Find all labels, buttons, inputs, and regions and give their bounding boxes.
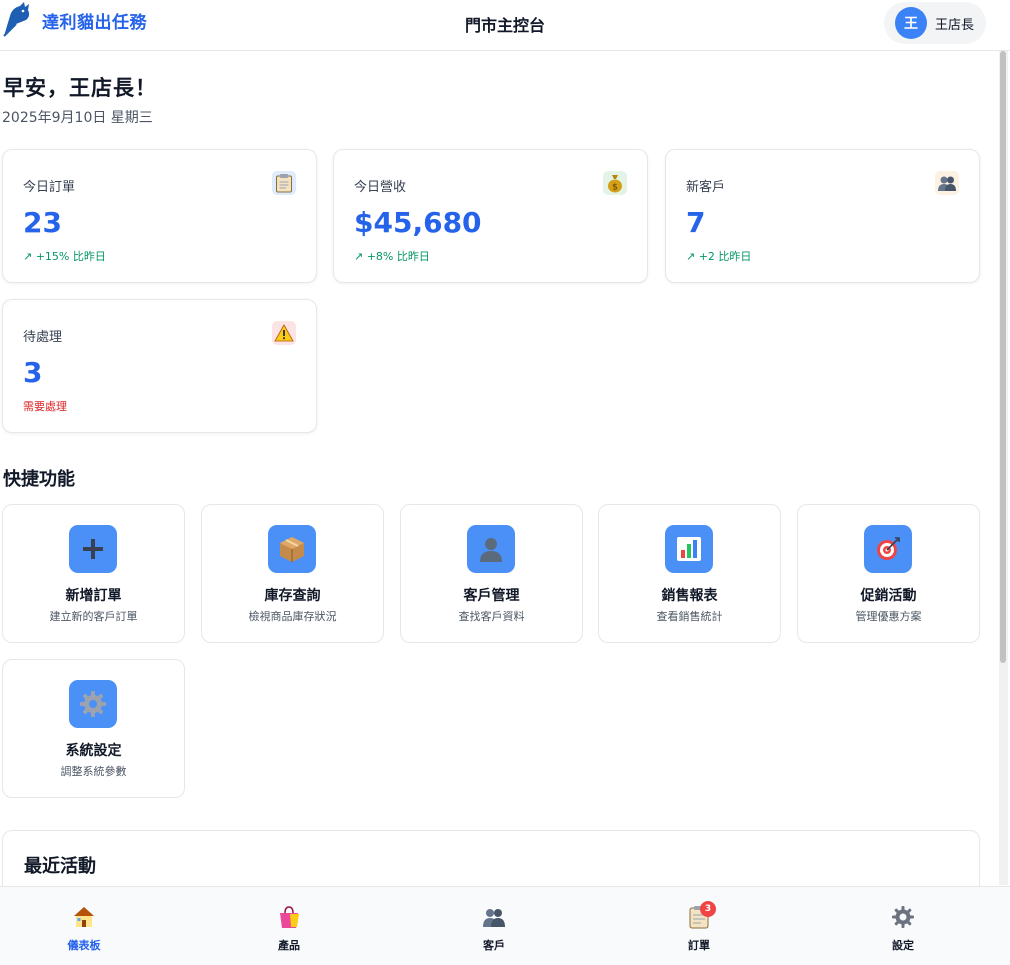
stat-trend: 需要處理 <box>23 400 67 413</box>
package-icon <box>268 525 316 573</box>
user-name: 王店長 <box>934 17 974 33</box>
action-title: 新增訂單 <box>65 588 122 604</box>
stat-card-pending[interactable]: 待處理 3 需要處理 <box>2 299 317 433</box>
nav-label: 產品 <box>278 939 300 952</box>
gear-icon <box>69 680 117 728</box>
stat-value: 23 <box>23 206 62 239</box>
nav-item-dashboard[interactable]: 儀表板 <box>0 887 185 965</box>
nav-item-orders[interactable]: 3 訂單 <box>598 887 800 965</box>
users-icon <box>482 905 506 929</box>
sales-report-button[interactable]: 銷售報表 查看銷售統計 <box>598 504 781 643</box>
money-bag-icon: $ <box>603 171 627 195</box>
action-desc: 調整系統參數 <box>60 765 127 778</box>
nav-label: 訂單 <box>688 939 710 952</box>
stat-value: $45,680 <box>354 206 482 239</box>
action-desc: 查看銷售統計 <box>656 610 723 623</box>
stat-trend: ↗ +15% 比昨日 <box>23 250 106 263</box>
nav-label: 客戶 <box>483 939 505 952</box>
quick-actions-title: 快捷功能 <box>3 469 75 490</box>
stat-card-orders[interactable]: 今日訂單 23 ↗ +15% 比昨日 <box>2 149 317 283</box>
target-icon <box>864 525 912 573</box>
stat-label: 今日營收 <box>354 180 407 195</box>
top-header: 達利貓出任務 門市主控台 王 王店長 <box>0 0 1010 51</box>
page-title: 門市主控台 <box>464 16 545 35</box>
stat-label: 今日訂單 <box>23 180 76 195</box>
stat-value: 7 <box>686 206 706 239</box>
user-icon <box>467 525 515 573</box>
action-title: 庫存查詢 <box>264 588 321 604</box>
svg-text:$: $ <box>612 183 618 193</box>
gear-icon <box>891 905 915 929</box>
action-desc: 查找客戶資料 <box>458 610 525 623</box>
action-title: 促銷活動 <box>860 588 917 604</box>
greeting-title: 早安，王店長！ <box>3 76 157 100</box>
promotions-button[interactable]: 促銷活動 管理優惠方案 <box>797 504 980 643</box>
stat-card-revenue[interactable]: 今日營收 $ $45,680 ↗ +8% 比昨日 <box>333 149 648 283</box>
system-settings-button[interactable]: 系統設定 調整系統參數 <box>2 659 185 798</box>
inventory-lookup-button[interactable]: 庫存查詢 檢視商品庫存狀況 <box>201 504 384 643</box>
action-desc: 檢視商品庫存狀況 <box>248 610 337 623</box>
nav-item-customers[interactable]: 客戶 <box>393 887 595 965</box>
clipboard-icon <box>272 171 296 195</box>
orders-badge: 3 <box>700 901 716 917</box>
action-title: 客戶管理 <box>463 588 520 604</box>
plus-icon <box>69 525 117 573</box>
stat-value: 3 <box>23 356 43 389</box>
stat-card-new-customers[interactable]: 新客戶 7 ↗ +2 比昨日 <box>665 149 980 283</box>
nav-item-settings[interactable]: 設定 <box>802 887 1004 965</box>
recent-activity-title: 最近活動 <box>24 856 96 877</box>
bottom-nav: 儀表板 產品 客戶 3 訂單 設定 <box>0 886 1010 965</box>
nav-label: 儀表板 <box>67 939 101 952</box>
stat-label: 待處理 <box>23 330 63 345</box>
avatar: 王 <box>894 7 927 39</box>
bar-chart-icon <box>665 525 713 573</box>
new-order-button[interactable]: 新增訂單 建立新的客戶訂單 <box>2 504 185 643</box>
home-icon <box>72 905 96 929</box>
action-desc: 管理優惠方案 <box>855 610 922 623</box>
user-menu-button[interactable]: 王 王店長 <box>883 2 986 44</box>
action-desc: 建立新的客戶訂單 <box>49 610 138 623</box>
brand[interactable]: 達利貓出任務 <box>2 2 147 38</box>
brand-name: 達利貓出任務 <box>42 12 147 33</box>
users-icon <box>935 171 959 195</box>
action-title: 系統設定 <box>65 743 122 759</box>
action-title: 銷售報表 <box>661 588 718 604</box>
nav-label: 設定 <box>892 939 914 952</box>
current-date: 2025年9月10日 星期三 <box>2 110 153 126</box>
warning-icon <box>272 321 296 345</box>
shopping-bag-icon <box>277 905 301 929</box>
nav-item-products[interactable]: 產品 <box>188 887 390 965</box>
stat-trend: ↗ +8% 比昨日 <box>354 250 430 263</box>
scrollbar-thumb[interactable] <box>1000 51 1006 663</box>
customer-management-button[interactable]: 客戶管理 查找客戶資料 <box>400 504 583 643</box>
cat-logo-icon <box>3 2 30 37</box>
stat-trend: ↗ +2 比昨日 <box>686 250 752 263</box>
stat-label: 新客戶 <box>686 180 726 195</box>
scrollbar[interactable] <box>999 51 1008 885</box>
